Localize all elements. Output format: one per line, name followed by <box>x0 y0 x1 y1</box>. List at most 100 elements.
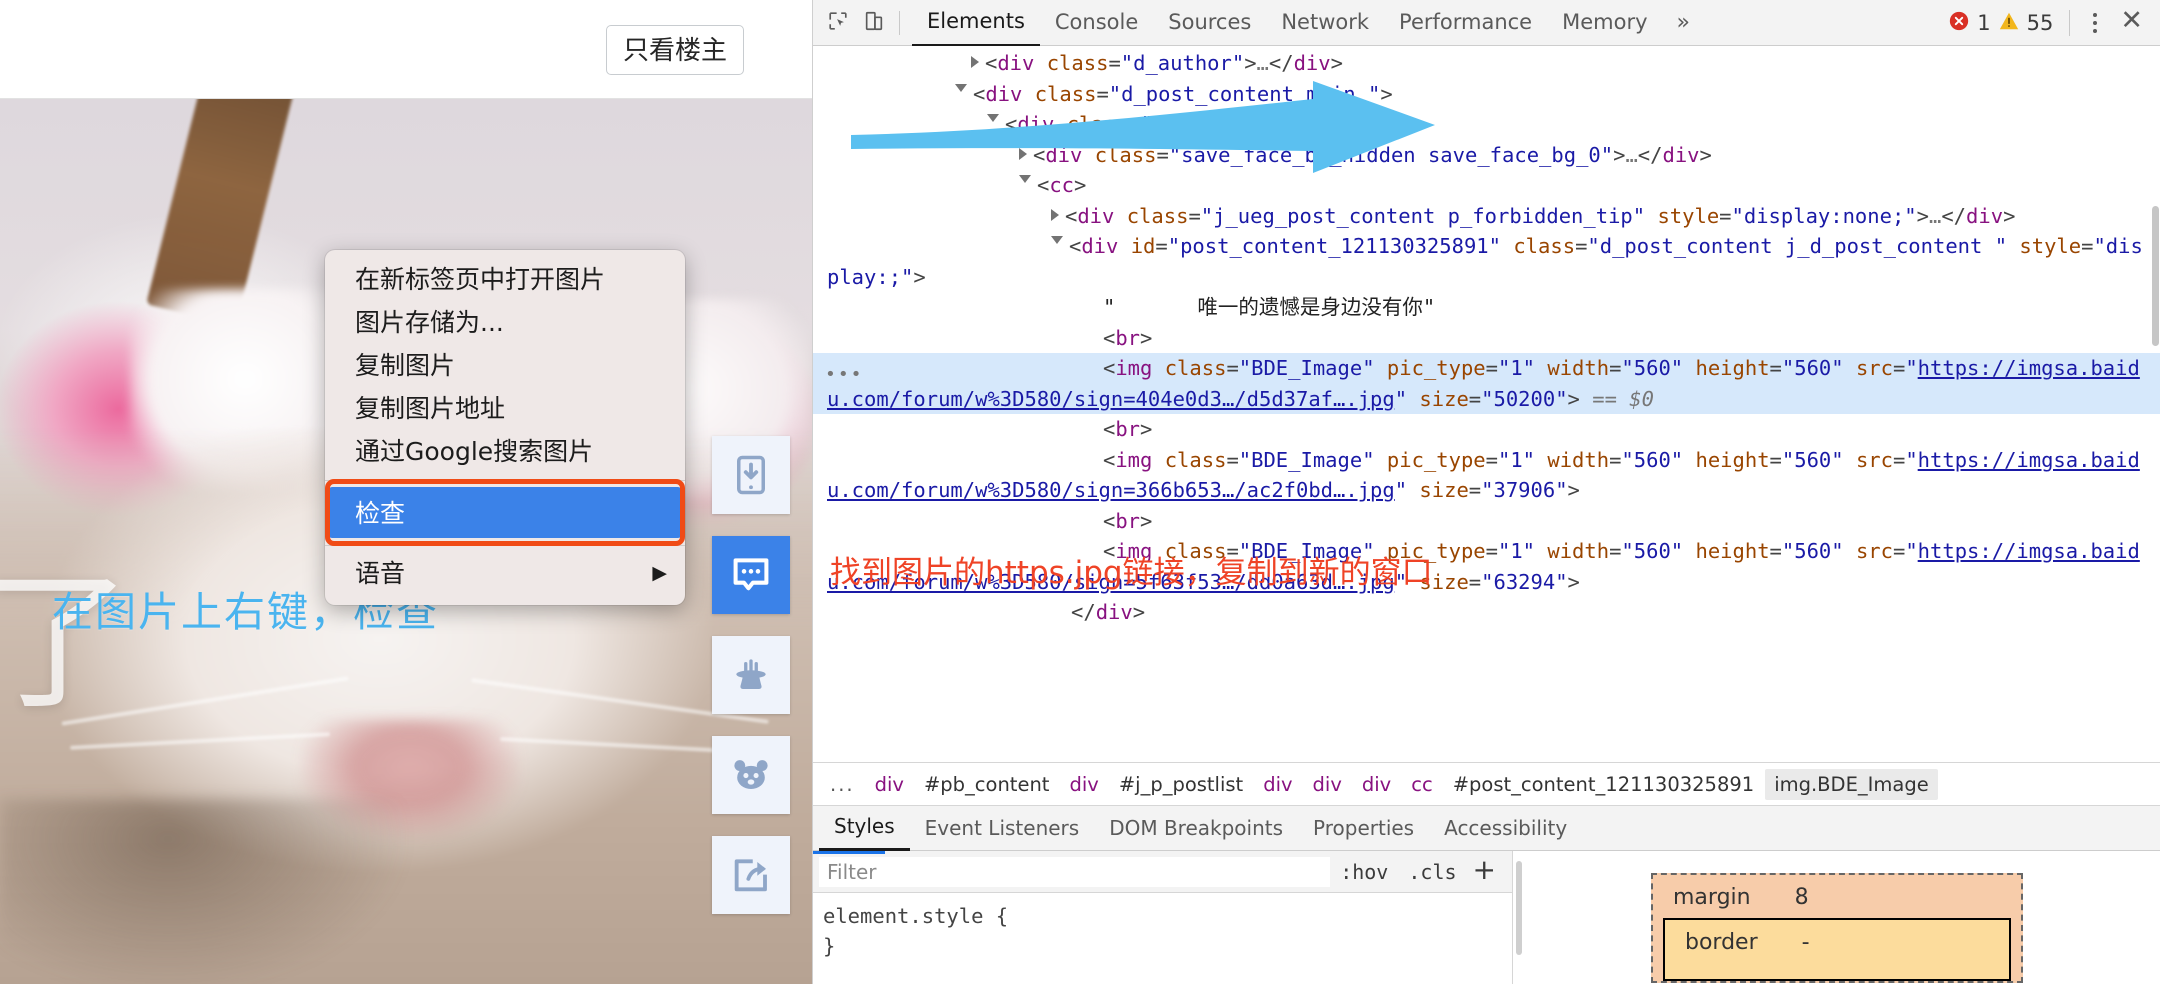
share-icon <box>730 854 772 896</box>
collapse-triangle-icon[interactable] <box>955 83 967 98</box>
submenu-arrow-icon: ▶ <box>652 561 667 584</box>
dom-row-menu-dots[interactable]: ••• <box>825 360 864 391</box>
context-menu-item-search-google-for-image[interactable]: 通过Google搜索图片 <box>325 430 685 473</box>
close-devtools-button[interactable]: ✕ <box>2110 7 2153 38</box>
inspect-element-button[interactable] <box>821 8 855 38</box>
breadcrumb-item-2[interactable]: #pb_content <box>915 769 1059 800</box>
tab-elements[interactable]: Elements <box>912 0 1040 47</box>
tab-event-listeners[interactable]: Event Listeners <box>910 807 1095 850</box>
computed-box-model-column: margin 8 border - https://blog.csdn.net/… <box>1513 851 2160 984</box>
context-menu-item-copy-image-address[interactable]: 复制图片地址 <box>325 387 685 430</box>
dom-tree-row[interactable]: <br> <box>813 414 2160 445</box>
warning-icon <box>1998 10 2020 36</box>
context-menu-item-voice[interactable]: 语音 ▶ <box>325 552 685 595</box>
styles-scrollbar[interactable] <box>1516 861 1522 955</box>
dom-tree-row[interactable]: <img class="BDE_Image" pic_type="1" widt… <box>813 536 2160 597</box>
breadcrumb[interactable]: ... div #pb_content div #j_p_postlist div div d… <box>813 762 2160 806</box>
expand-triangle-icon[interactable] <box>1019 147 1027 160</box>
tab-dom-breakpoints[interactable]: DOM Breakpoints <box>1094 807 1298 850</box>
context-menu-inspect-wrapper: 检查 <box>325 479 685 546</box>
tab-properties[interactable]: Properties <box>1298 807 1429 850</box>
dom-tree-row[interactable]: <div class="d_post_content_main "> <box>813 79 2160 110</box>
box-model-diagram[interactable]: margin 8 border - <box>1651 873 2023 983</box>
tab-memory[interactable]: Memory <box>1547 0 1662 45</box>
sidebar-tabs: Styles Event Listeners DOM Breakpoints P… <box>813 806 2160 851</box>
toolbar-divider-2 <box>2069 9 2071 36</box>
dom-tree-row[interactable]: " 唯一的遗憾是身边没有你" <box>813 292 2160 323</box>
tab-styles[interactable]: Styles <box>819 805 910 851</box>
breadcrumb-item-10[interactable]: img.BDE_Image <box>1765 768 1938 800</box>
context-menu-item-inspect[interactable]: 检查 <box>329 487 681 538</box>
bear-face-icon <box>730 754 772 796</box>
dom-tree-rows: <div class="d_author">…</div> <div class=… <box>813 48 2160 628</box>
breadcrumb-item-6[interactable]: div <box>1304 769 1351 800</box>
box-model-margin-value[interactable]: 8 <box>1795 885 1809 910</box>
dom-tree-row[interactable]: <div class="save_face_bg_hidden save_fac… <box>813 140 2160 171</box>
download-app-icon <box>730 454 772 496</box>
tab-sources[interactable]: Sources <box>1153 0 1266 45</box>
rule-close-brace: } <box>823 934 836 958</box>
expand-triangle-icon[interactable] <box>1051 208 1059 221</box>
cls-toggle[interactable]: .cls <box>1398 860 1466 884</box>
dom-tree-row[interactable]: <div class="d_author">…</div> <box>813 48 2160 79</box>
breadcrumb-item-3[interactable]: div <box>1060 769 1107 800</box>
dom-tree-row[interactable]: <div class="p_content "> <box>813 109 2160 140</box>
image-context-menu[interactable]: 在新标签页中打开图片 图片存储为... 复制图片 复制图片地址 通过Google… <box>325 250 685 605</box>
magic-hat-icon <box>730 654 772 696</box>
context-menu-item-open-image-new-tab[interactable]: 在新标签页中打开图片 <box>325 258 685 301</box>
dom-tree-row[interactable]: <br> <box>813 506 2160 537</box>
magic-hat-button[interactable] <box>712 636 790 714</box>
breadcrumb-item-5[interactable]: div <box>1254 769 1301 800</box>
tab-console[interactable]: Console <box>1040 0 1153 45</box>
box-model-border-value[interactable]: - <box>1802 930 1810 955</box>
context-menu-item-copy-image[interactable]: 复制图片 <box>325 344 685 387</box>
dom-tree-row[interactable]: <div class="j_ueg_post_content p_forbidd… <box>813 201 2160 232</box>
context-menu-item-save-image-as[interactable]: 图片存储为... <box>325 301 685 344</box>
breadcrumb-item-0[interactable]: ... <box>821 769 864 800</box>
collapse-triangle-icon[interactable] <box>987 114 999 128</box>
share-button[interactable] <box>712 836 790 914</box>
styles-filter-input[interactable] <box>819 856 1331 887</box>
dom-tree[interactable]: <div class="d_author">…</div> <div class=… <box>813 46 2160 762</box>
cursor-select-icon <box>827 10 849 36</box>
download-app-button[interactable] <box>712 436 790 514</box>
mascot-button[interactable] <box>712 736 790 814</box>
kebab-dot <box>2093 28 2098 33</box>
filter-accent-bar <box>813 851 885 854</box>
element-style-rule[interactable]: element.style { } <box>813 893 1512 961</box>
issue-counters[interactable]: 1 55 <box>1948 10 2053 36</box>
web-page-pane: 只看楼主 了 在图片上右键，检查 在新标签页中打开图片 图片存储为... 复制图… <box>0 0 812 984</box>
breadcrumb-item-4[interactable]: #j_p_postlist <box>1110 769 1252 800</box>
comment-button[interactable] <box>712 536 790 614</box>
dom-tree-row[interactable]: <br> <box>813 323 2160 354</box>
hov-toggle[interactable]: :hov <box>1330 860 1398 884</box>
dom-tree-scrollbar[interactable] <box>2152 206 2159 346</box>
tab-accessibility[interactable]: Accessibility <box>1429 807 1582 850</box>
expand-triangle-icon[interactable] <box>971 56 979 68</box>
context-menu-item-voice-label: 语音 <box>355 559 406 588</box>
breadcrumb-item-7[interactable]: div <box>1353 769 1400 800</box>
device-toolbar-button[interactable] <box>857 8 891 38</box>
devtools-menu-button[interactable] <box>2080 8 2110 38</box>
dom-tree-row[interactable]: <img class="BDE_Image" pic_type="1" widt… <box>813 445 2160 506</box>
collapse-triangle-icon[interactable] <box>1051 236 1063 250</box>
dom-tree-row-selected[interactable]: ••• <img class="BDE_Image" pic_type="1" w… <box>813 353 2160 414</box>
page-topbar: 只看楼主 <box>0 0 812 99</box>
warning-count: 55 <box>2026 10 2054 35</box>
only-landlord-button[interactable]: 只看楼主 <box>605 25 744 75</box>
styles-rules-column: :hov .cls + element.style { } <box>813 851 1513 984</box>
dom-tree-row[interactable]: <cc> <box>813 170 2160 201</box>
collapse-triangle-icon[interactable] <box>1019 175 1031 189</box>
tab-performance[interactable]: Performance <box>1384 0 1547 45</box>
new-style-rule-button[interactable]: + <box>1467 855 1506 888</box>
breadcrumb-item-9[interactable]: #post_content_121130325891 <box>1444 769 1764 800</box>
styles-filter-bar: :hov .cls + <box>813 851 1512 893</box>
dom-tree-row[interactable]: <div id="post_content_121130325891" clas… <box>813 231 2160 292</box>
tab-network[interactable]: Network <box>1266 0 1384 45</box>
more-tabs-button[interactable]: » <box>1663 10 1704 35</box>
context-menu-divider <box>325 545 685 546</box>
breadcrumb-item-1[interactable]: div <box>866 769 913 800</box>
dom-tree-row[interactable]: </div> <box>813 597 2160 628</box>
kebab-dot <box>2093 12 2098 17</box>
breadcrumb-item-8[interactable]: cc <box>1402 769 1441 800</box>
